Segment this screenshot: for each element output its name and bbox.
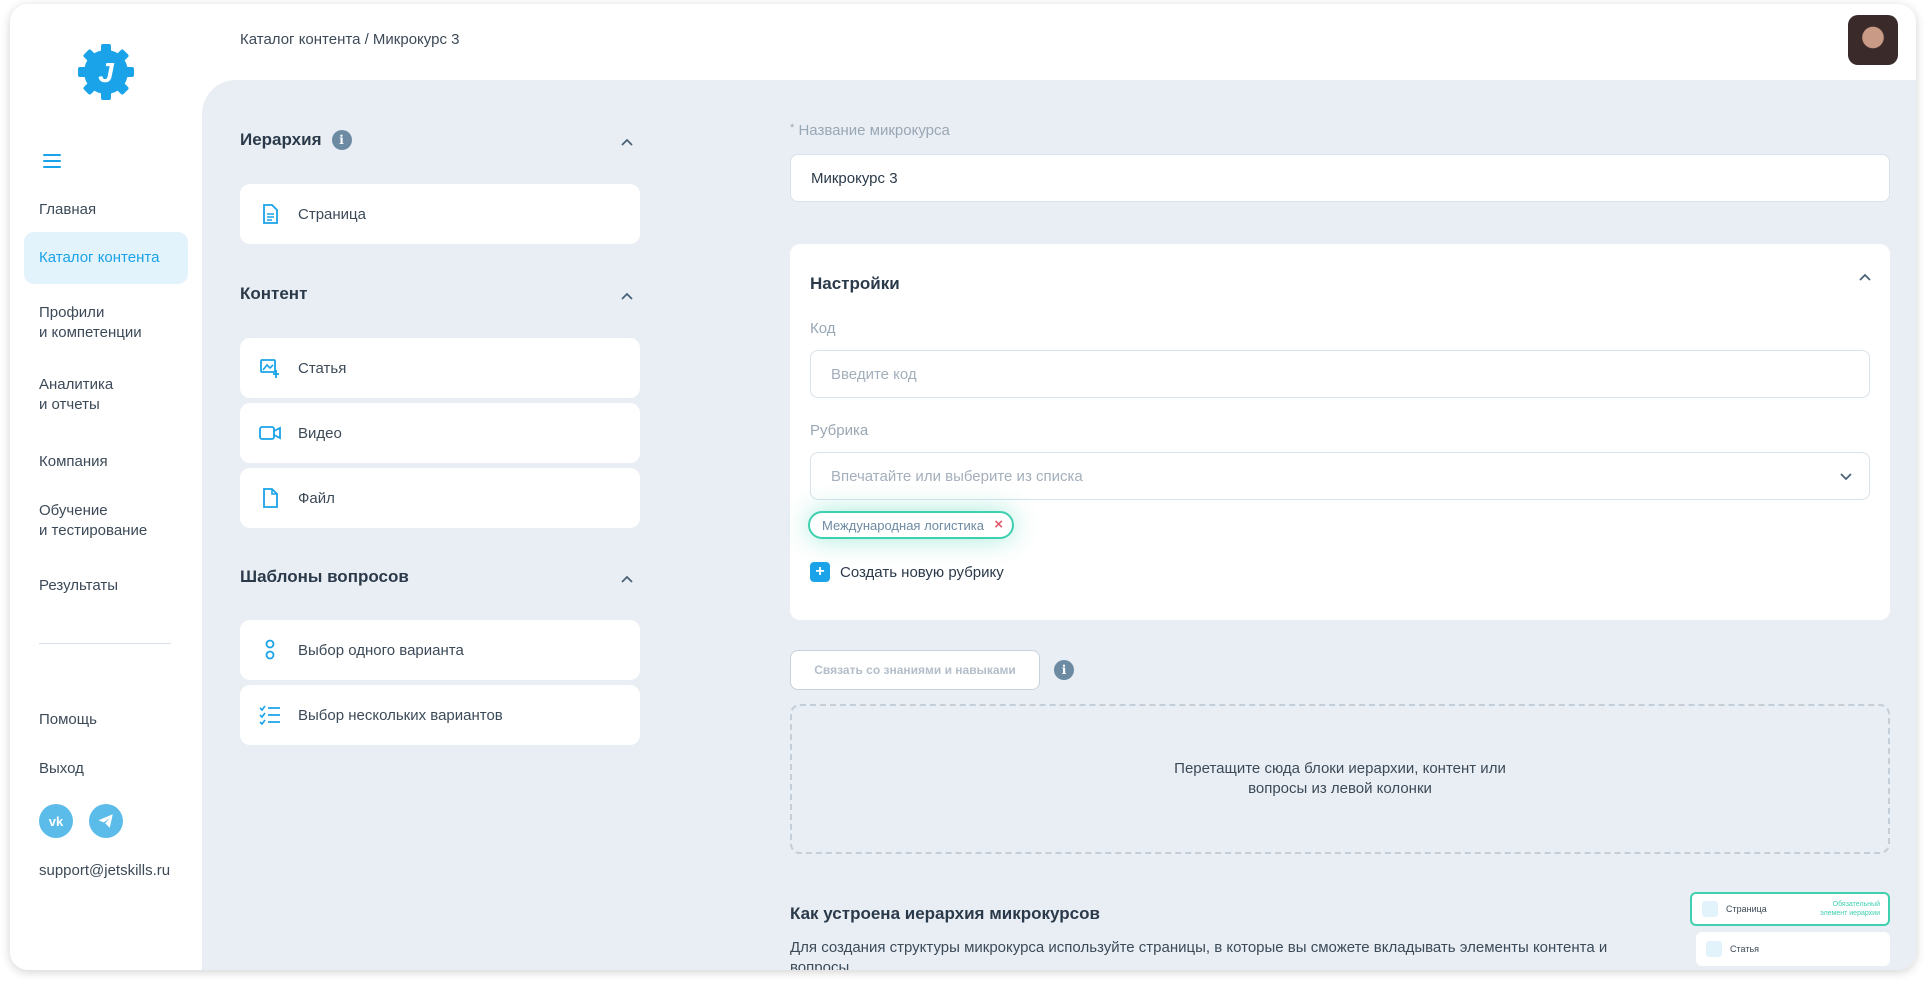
- palette-item-multiple-choice[interactable]: Выбор нескольких вариантов: [240, 685, 640, 745]
- name-input[interactable]: Микрокурс 3: [790, 154, 1890, 202]
- questions-title: Шаблоны вопросов: [240, 567, 409, 586]
- info-icon[interactable]: i: [331, 130, 352, 150]
- plus-icon: +: [810, 562, 830, 582]
- drop-zone[interactable]: Перетащите сюда блоки иерархии, контент …: [790, 704, 1890, 854]
- file-icon: [263, 488, 278, 508]
- breadcrumb: Каталог контента / Микрокурс 3: [240, 31, 460, 48]
- chevron-up-icon[interactable]: [1858, 270, 1872, 284]
- chevron-down-icon[interactable]: [1839, 470, 1853, 484]
- info-icon[interactable]: i: [1054, 660, 1074, 680]
- article-icon: [1706, 941, 1722, 957]
- main-area: Иерархия i Страница Контент Статья Видео…: [202, 80, 1916, 970]
- link-skills-button[interactable]: Связать со знаниями и навыками: [790, 650, 1040, 690]
- remove-tag-icon[interactable]: ×: [994, 516, 1003, 533]
- nav-help[interactable]: Помощь: [24, 700, 188, 740]
- create-rubric-button[interactable]: + Создать новую рубрику: [810, 562, 1004, 582]
- chevron-up-icon[interactable]: [620, 135, 634, 149]
- page-icon: [1702, 901, 1718, 917]
- nav-analytics[interactable]: Аналитика и отчеты: [24, 372, 188, 418]
- telegram-icon[interactable]: [89, 804, 123, 838]
- video-icon: [259, 426, 281, 440]
- jetskills-logo[interactable]: J: [74, 40, 138, 104]
- settings-panel: Настройки Код Введите код Рубрика Впечат…: [790, 244, 1890, 620]
- code-label: Код: [810, 320, 836, 337]
- vk-icon[interactable]: vk: [39, 804, 73, 838]
- paper-plane-icon: [98, 814, 113, 828]
- app-window: J Главная Каталог контента Профили и ком…: [10, 4, 1916, 970]
- hierarchy-help-title: Как устроена иерархия микрокурсов: [790, 904, 1100, 923]
- nav-results[interactable]: Результаты: [24, 566, 188, 606]
- rubric-select[interactable]: Впечатайте или выберите из списка: [810, 452, 1870, 500]
- hierarchy-preview: Страница Обязательный элемент иерархии Ст…: [1690, 892, 1890, 966]
- sidebar-divider: [39, 643, 171, 644]
- chevron-up-icon[interactable]: [620, 572, 634, 586]
- avatar[interactable]: [1848, 15, 1898, 65]
- questions-header[interactable]: Шаблоны вопросов: [240, 567, 640, 587]
- nav-home[interactable]: Главная: [24, 190, 188, 230]
- palette-item-file[interactable]: Файл: [240, 468, 640, 528]
- nav-content-catalog[interactable]: Каталог контента: [24, 232, 188, 284]
- multiple-choice-icon: [259, 705, 280, 726]
- preview-article-card: Статья: [1696, 932, 1890, 966]
- menu-icon[interactable]: [43, 154, 61, 168]
- chevron-up-icon[interactable]: [620, 289, 634, 303]
- nav-logout[interactable]: Выход: [24, 749, 188, 789]
- support-email[interactable]: support@jetskills.ru: [39, 862, 170, 879]
- article-icon: [260, 359, 279, 378]
- preview-page-card: Страница Обязательный элемент иерархии: [1690, 892, 1890, 926]
- palette-item-video[interactable]: Видео: [240, 403, 640, 463]
- nav-company[interactable]: Компания: [24, 442, 188, 482]
- single-choice-icon: [265, 639, 275, 660]
- palette-item-single-choice[interactable]: Выбор одного варианта: [240, 620, 640, 680]
- svg-text:J: J: [98, 57, 115, 88]
- content-header[interactable]: Контент: [240, 284, 640, 304]
- settings-title: Настройки: [810, 274, 900, 293]
- sidebar: J Главная Каталог контента Профили и ком…: [10, 4, 202, 970]
- palette-item-article[interactable]: Статья: [240, 338, 640, 398]
- hierarchy-title: Иерархия: [240, 130, 322, 149]
- name-label: * Название микрокурса: [790, 122, 950, 139]
- hierarchy-header[interactable]: Иерархия i: [240, 130, 640, 150]
- hierarchy-help-text: Для создания структуры микрокурса исполь…: [790, 939, 1608, 970]
- nav-profiles[interactable]: Профили и компетенции: [24, 300, 188, 346]
- rubric-tag[interactable]: Международная логистика ×: [808, 511, 1014, 539]
- page-icon: [263, 204, 278, 224]
- code-input[interactable]: Введите код: [810, 350, 1870, 398]
- rubric-label: Рубрика: [810, 422, 869, 439]
- nav-learning[interactable]: Обучение и тестирование: [24, 498, 188, 544]
- palette-item-page[interactable]: Страница: [240, 184, 640, 244]
- content-title: Контент: [240, 284, 308, 303]
